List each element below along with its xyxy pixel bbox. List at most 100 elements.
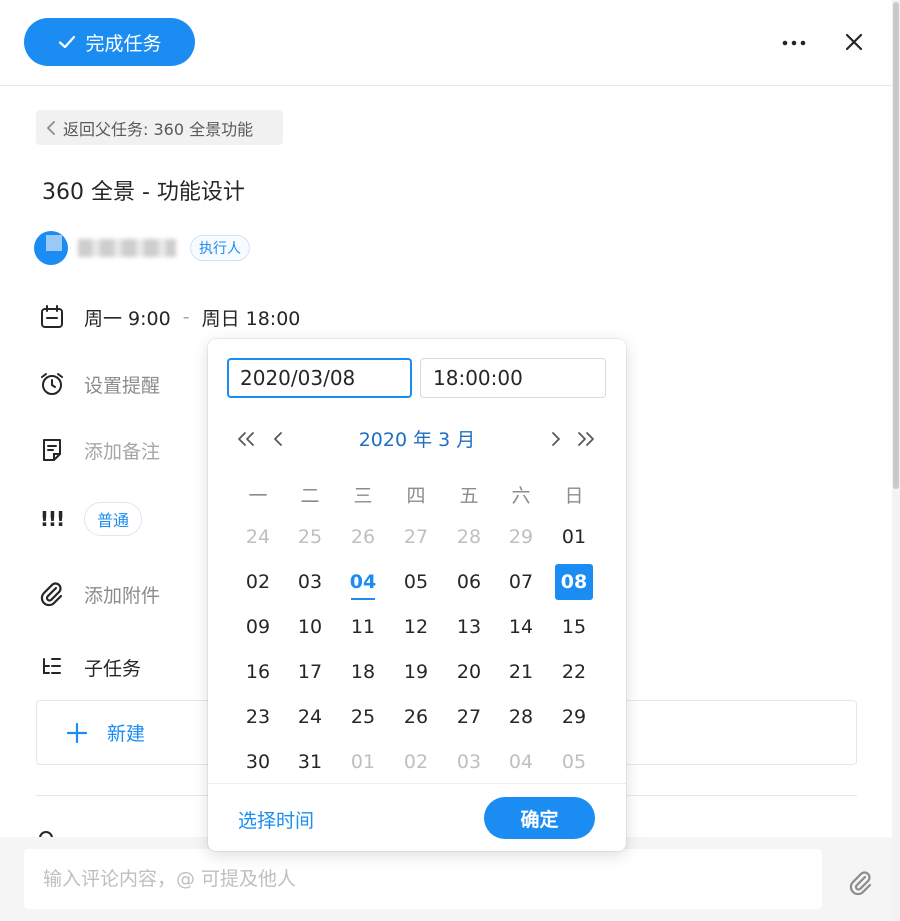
calendar-day[interactable]: 07 [502, 564, 540, 600]
schedule-row[interactable]: 周一 9:00 - 周日 18:00 [37, 302, 300, 332]
calendar-day[interactable]: 01 [555, 519, 593, 555]
next-month-button[interactable] [544, 424, 568, 454]
subtasks-row: 子任务 [37, 652, 141, 682]
calendar-day[interactable]: 28 [502, 699, 540, 735]
calendar-day[interactable]: 31 [291, 744, 329, 780]
more-options-button[interactable] [779, 28, 809, 58]
priority-icon: !!! [39, 507, 65, 531]
calendar-day[interactable]: 21 [502, 654, 540, 690]
reminder-row[interactable]: 设置提醒 [37, 369, 160, 399]
checkmark-icon [59, 35, 76, 49]
priority-row[interactable]: !!! 普通 [37, 502, 143, 536]
weekday-label: 四 [406, 485, 426, 507]
calendar-day[interactable]: 12 [397, 609, 435, 645]
calendar-day[interactable]: 24 [239, 519, 277, 555]
select-time-link[interactable]: 选择时间 [238, 806, 314, 833]
comment-attach-button[interactable] [846, 868, 876, 898]
subtasks-label: 子任务 [84, 657, 142, 680]
time-input[interactable] [420, 358, 606, 398]
calendar-day[interactable]: 03 [291, 564, 329, 600]
date-picker-popup: 2020 年 3 月 一 二 三 四 五 六 日 242526272829010… [208, 339, 626, 851]
priority-tag[interactable]: 普通 [84, 502, 143, 536]
calendar-day[interactable]: 08 [555, 564, 593, 600]
calendar-day[interactable]: 27 [450, 699, 488, 735]
calendar-day[interactable]: 14 [502, 609, 540, 645]
weekday-label: 一 [248, 485, 268, 507]
schedule-start: 周一 9:00 [84, 307, 171, 330]
confirm-button[interactable]: 确定 [484, 797, 595, 839]
chevron-right-icon [552, 432, 560, 446]
attachment-label: 添加附件 [84, 584, 161, 607]
calendar-day[interactable]: 17 [291, 654, 329, 690]
plus-icon [67, 722, 87, 743]
scrollbar[interactable] [892, 0, 900, 921]
assignee-name-redacted [78, 239, 176, 257]
calendar-day[interactable]: 29 [555, 699, 593, 735]
calendar-day[interactable]: 18 [344, 654, 382, 690]
calendar-day[interactable]: 23 [239, 699, 277, 735]
weekday-label: 二 [300, 485, 320, 507]
weekday-label: 日 [564, 485, 584, 507]
calendar-day[interactable]: 10 [291, 609, 329, 645]
calendar-day[interactable]: 29 [502, 519, 540, 555]
calendar-day[interactable]: 20 [450, 654, 488, 690]
calendar-day[interactable]: 25 [344, 699, 382, 735]
calendar-day[interactable]: 28 [450, 519, 488, 555]
calendar-day[interactable]: 06 [450, 564, 488, 600]
paperclip-icon [849, 871, 872, 896]
date-input[interactable] [227, 358, 412, 398]
calendar-day[interactable]: 09 [239, 609, 277, 645]
scrollbar-thumb[interactable] [893, 2, 899, 489]
calendar-day[interactable]: 19 [397, 654, 435, 690]
weekday-label: 五 [459, 485, 479, 507]
calendar-day[interactable]: 13 [450, 609, 488, 645]
weekday-label: 六 [511, 485, 531, 507]
calendar-day[interactable]: 04 [502, 744, 540, 780]
calendar-day[interactable]: 27 [397, 519, 435, 555]
close-button[interactable] [840, 28, 868, 56]
assignee-role-tag: 执行人 [190, 235, 250, 261]
calendar-day[interactable]: 02 [239, 564, 277, 600]
reminder-label: 设置提醒 [84, 374, 161, 397]
calendar-day[interactable]: 22 [555, 654, 593, 690]
avatar[interactable] [34, 231, 68, 265]
subtask-tree-icon [37, 652, 67, 682]
calendar-day[interactable]: 26 [344, 519, 382, 555]
more-dots-icon [782, 40, 806, 46]
calendar-day[interactable]: 01 [344, 744, 382, 780]
back-link-label: 返回父任务: 360 全景功能 [63, 119, 254, 139]
complete-task-button[interactable]: 完成任务 [24, 18, 195, 66]
comment-input[interactable] [24, 849, 822, 909]
task-detail-header: 完成任务 [0, 0, 892, 86]
paperclip-icon [37, 579, 67, 609]
note-row[interactable]: 添加备注 [37, 435, 160, 465]
schedule-separator: - [182, 306, 190, 328]
calendar-day[interactable]: 04 [344, 564, 382, 600]
calendar-icon [37, 302, 67, 332]
calendar-day[interactable]: 05 [555, 744, 593, 780]
weekday-label: 三 [353, 485, 373, 507]
calendar-day[interactable]: 26 [397, 699, 435, 735]
calendar-day[interactable]: 03 [450, 744, 488, 780]
next-year-button[interactable] [574, 424, 598, 454]
calendar-day[interactable]: 25 [291, 519, 329, 555]
attachment-row[interactable]: 添加附件 [37, 579, 160, 609]
calendar-day[interactable]: 30 [239, 744, 277, 780]
assignee-row[interactable]: 执行人 [34, 231, 250, 265]
picker-footer-divider [208, 783, 626, 784]
back-to-parent-task-link[interactable]: 返回父任务: 360 全景功能 [36, 110, 283, 145]
calendar-day[interactable]: 24 [291, 699, 329, 735]
close-icon [845, 33, 863, 51]
calendar-day[interactable]: 02 [397, 744, 435, 780]
note-label: 添加备注 [84, 440, 161, 463]
calendar-day[interactable]: 11 [344, 609, 382, 645]
task-title[interactable]: 360 全景 - 功能设计 [42, 174, 245, 206]
alarm-clock-icon [37, 369, 67, 399]
note-icon [37, 435, 67, 465]
schedule-end: 周日 18:00 [201, 307, 301, 330]
double-chevron-right-icon [578, 432, 594, 446]
complete-task-label: 完成任务 [85, 32, 162, 55]
calendar-day[interactable]: 05 [397, 564, 435, 600]
calendar-day[interactable]: 15 [555, 609, 593, 645]
calendar-day[interactable]: 16 [239, 654, 277, 690]
